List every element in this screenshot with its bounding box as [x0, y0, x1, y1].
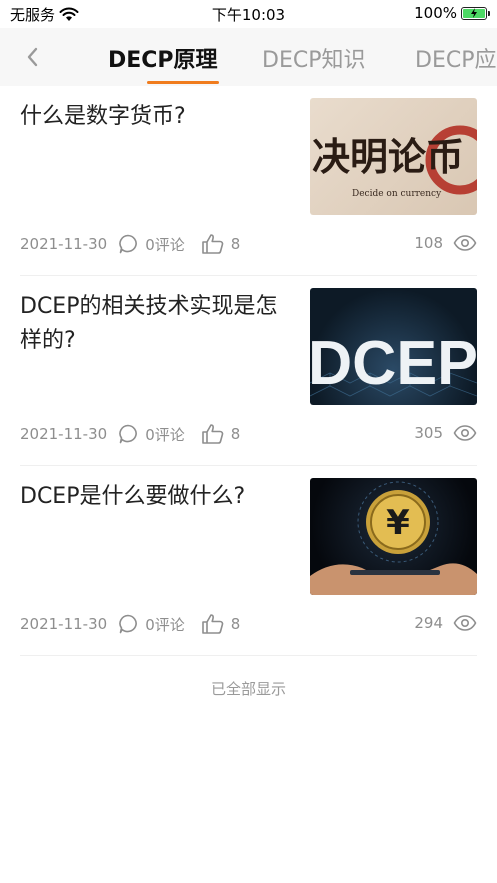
active-tab-indicator	[147, 81, 219, 84]
thumb-yuan-symbol: ¥	[386, 503, 410, 543]
list-item[interactable]: DCEP的相关技术实现是怎样的? DCEP 2021-11-30 0评论 8 3…	[20, 276, 477, 466]
article-title[interactable]: DCEP是什么要做什么?	[20, 480, 290, 514]
article-meta: 2021-11-30 0评论 8 108	[20, 232, 477, 256]
thumb-dcep-text: DCEP	[310, 329, 477, 398]
thumbs-up-icon[interactable]	[201, 233, 225, 255]
comment-icon	[117, 613, 139, 635]
eye-icon	[453, 614, 477, 636]
article-likes: 8	[230, 425, 241, 443]
article-views: 108	[414, 234, 443, 252]
article-date: 2021-11-30	[20, 235, 108, 253]
article-views: 294	[414, 614, 443, 632]
article-likes: 8	[230, 235, 241, 253]
thumbs-up-icon[interactable]	[201, 613, 225, 635]
article-thumbnail[interactable]: 决明论币 Decide on currency	[310, 98, 477, 215]
eye-icon	[453, 424, 477, 446]
article-comments[interactable]: 0评论	[145, 234, 185, 255]
list-item[interactable]: 什么是数字货币? 决明论币 Decide on currency 2021-11…	[20, 86, 477, 276]
all-shown-label: 已全部显示	[210, 680, 286, 698]
battery-percent: 100%	[414, 4, 457, 22]
article-meta: 2021-11-30 0评论 8 305	[20, 422, 477, 446]
status-right: 100%	[414, 4, 490, 22]
tab-decp-application[interactable]: DECP应	[415, 42, 496, 74]
thumbs-up-icon[interactable]	[201, 423, 225, 445]
status-bar: 无服务 下午10:03 100%	[0, 0, 497, 28]
tab-decp-knowledge[interactable]: DECP知识	[262, 42, 365, 74]
article-date: 2021-11-30	[20, 615, 108, 633]
tab-nav: DECP原理 DECP知识 DECP应	[0, 28, 497, 86]
thumb-caption: Decide on currency	[352, 189, 442, 199]
thumb-calligraphy: 决明论币	[312, 134, 464, 179]
chevron-left-icon	[27, 47, 38, 67]
article-comments[interactable]: 0评论	[145, 614, 185, 635]
article-thumbnail[interactable]: ¥	[310, 478, 477, 595]
comment-icon	[117, 423, 139, 445]
tab-decp-principle[interactable]: DECP原理	[108, 42, 218, 74]
article-title[interactable]: DCEP的相关技术实现是怎样的?	[20, 290, 290, 358]
comment-icon	[117, 233, 139, 255]
article-meta: 2021-11-30 0评论 8 294	[20, 612, 477, 636]
list-item[interactable]: DCEP是什么要做什么? ¥ 2021-11-30 0评论 8 294	[20, 466, 477, 656]
article-title[interactable]: 什么是数字货币?	[20, 100, 290, 134]
article-views: 305	[414, 424, 443, 442]
article-thumbnail[interactable]: DCEP	[310, 288, 477, 405]
article-comments[interactable]: 0评论	[145, 424, 185, 445]
eye-icon	[453, 234, 477, 256]
article-likes: 8	[230, 615, 241, 633]
article-date: 2021-11-30	[20, 425, 108, 443]
battery-icon	[461, 6, 490, 20]
back-button[interactable]	[18, 42, 46, 72]
